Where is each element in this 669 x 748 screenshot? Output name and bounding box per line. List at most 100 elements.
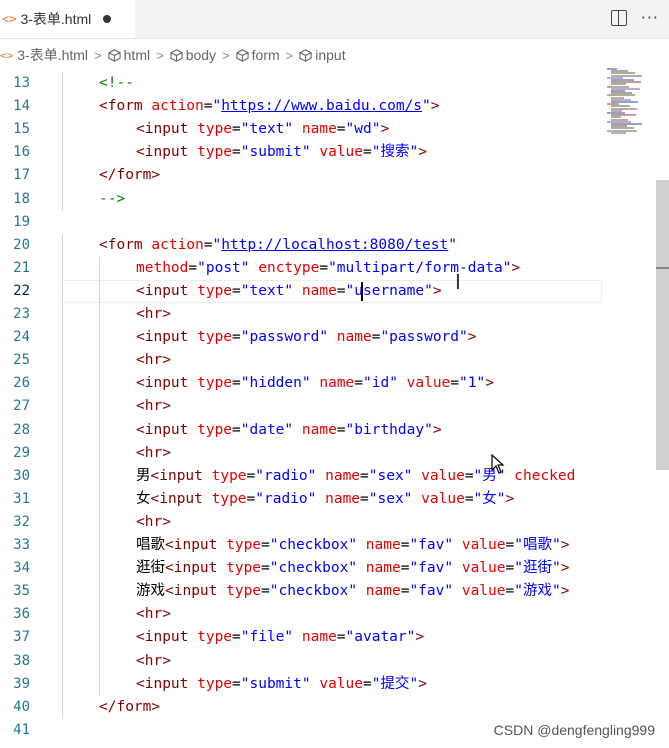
code-line[interactable]: 27 <hr>	[0, 395, 600, 418]
more-actions-icon[interactable]: ···	[641, 8, 659, 27]
code-text: 女<input type="radio" name="sex" value="女…	[136, 490, 515, 507]
text-cursor-icon: I	[455, 270, 461, 294]
code-line[interactable]: 22 <input type="text" name="username">	[0, 279, 602, 303]
code-line[interactable]: 15 <input type="text" name="wd">	[0, 118, 600, 141]
code-line[interactable]: 36 <hr>	[0, 603, 600, 626]
code-line[interactable]: 28 <input type="date" name="birthday">	[0, 419, 600, 442]
chevron-right-icon: >	[156, 47, 164, 63]
line-number: 31	[13, 490, 30, 507]
chevron-right-icon: >	[94, 47, 102, 63]
breadcrumb: <> 3-表单.html > html > body > form > input	[0, 44, 346, 66]
code-line[interactable]: 37 <input type="file" name="avatar">	[0, 626, 600, 649]
code-text: <input type="submit" value="提交">	[136, 675, 427, 692]
code-text: <hr>	[136, 606, 171, 623]
indent-guide	[62, 233, 63, 719]
code-editor[interactable]: 13 <!-- 14 <form action="https://www.baidu.…	[0, 72, 669, 748]
line-number: 39	[13, 675, 30, 692]
line-number: 28	[13, 421, 30, 438]
line-number: 14	[13, 98, 30, 115]
minimap-line	[611, 131, 626, 134]
code-line[interactable]: 34 逛街<input type="checkbox" name="fav" va…	[0, 557, 600, 580]
line-number: 18	[13, 190, 30, 207]
code-text: <input type="text" name="username">	[136, 282, 442, 299]
tab-3-form-html[interactable]: <> 3-表单.html	[0, 0, 135, 38]
code-line[interactable]: 24 <input type="password" name="password"…	[0, 326, 600, 349]
code-text: <form action="http://localhost:8080/test…	[99, 236, 457, 253]
code-line[interactable]: 18 -->	[0, 188, 600, 211]
code-line[interactable]: 13 <!--	[0, 72, 600, 95]
code-line[interactable]: 38 <hr>	[0, 650, 600, 673]
line-number: 24	[13, 329, 30, 346]
code-line[interactable]: 32 <hr>	[0, 511, 600, 534]
breadcrumb-item[interactable]: form	[236, 47, 280, 63]
text-caret	[361, 281, 363, 301]
line-number: 25	[13, 352, 30, 369]
line-number: 21	[13, 259, 30, 276]
code-text: -->	[99, 190, 126, 207]
breadcrumb-item[interactable]: input	[299, 47, 346, 63]
code-text: <input type="text" name="wd">	[136, 121, 390, 138]
code-line[interactable]: 23 <hr>	[0, 303, 600, 326]
watermark: CSDN @dengfengling999	[493, 722, 655, 738]
breadcrumb-label: html	[123, 47, 151, 63]
code-line[interactable]: 25 <hr>	[0, 349, 600, 372]
breadcrumb-label: body	[185, 47, 217, 63]
tab-filename: 3-表单.html	[20, 11, 92, 27]
line-number: 13	[13, 75, 30, 91]
code-text: <form action="https://www.baidu.com/s">	[99, 98, 440, 115]
code-text: <hr>	[136, 444, 171, 461]
element-cube-icon	[236, 48, 249, 62]
line-number: 36	[13, 606, 30, 623]
html-file-icon: <>	[2, 12, 17, 26]
code-line[interactable]: 35 游戏<input type="checkbox" name="fav" va…	[0, 580, 600, 603]
line-number: 15	[13, 121, 30, 138]
breadcrumb-item[interactable]: <> 3-表单.html	[0, 45, 88, 65]
line-number: 30	[13, 467, 30, 484]
code-line[interactable]: 31 女<input type="radio" name="sex" value=…	[0, 488, 600, 511]
code-line[interactable]: 17 </form>	[0, 164, 600, 187]
line-number: 33	[13, 537, 30, 553]
code-text: 逛街<input type="checkbox" name="fav" valu…	[136, 560, 570, 577]
breadcrumb-label: form	[251, 47, 280, 63]
tab-bar: <> 3-表单.html ···	[0, 0, 669, 39]
code-text: <input type="file" name="avatar">	[136, 629, 425, 646]
code-line[interactable]: 39 <input type="submit" value="提交">	[0, 673, 600, 696]
indent-guide	[62, 72, 63, 211]
line-number: 23	[13, 306, 30, 322]
code-text: <input type="date" name="birthday">	[136, 421, 442, 438]
split-editor-icon[interactable]	[610, 9, 627, 26]
element-cube-icon	[108, 48, 121, 62]
mouse-pointer-icon	[491, 454, 505, 474]
line-number: 34	[13, 560, 30, 577]
code-text: 男<input type="radio" name="sex" value="男…	[136, 467, 576, 484]
code-line[interactable]: 21 method="post" enctype="multipart/form-…	[0, 257, 600, 280]
code-line[interactable]: 14 <form action="https://www.baidu.com/s"…	[0, 95, 600, 118]
line-number: 32	[13, 513, 30, 530]
code-line[interactable]: 26 <input type="hidden" name="id" value="…	[0, 372, 600, 395]
code-text: 游戏<input type="checkbox" name="fav" valu…	[136, 583, 570, 600]
element-cube-icon	[170, 48, 183, 62]
code-line[interactable]: 20 <form action="http://localhost:8080/te…	[0, 234, 600, 257]
code-line[interactable]: 29 <hr>	[0, 442, 600, 465]
line-number: 37	[13, 629, 30, 646]
code-text: 唱歌<input type="checkbox" name="fav" valu…	[136, 537, 570, 553]
code-line[interactable]: 30 男<input type="radio" name="sex" value=…	[0, 465, 600, 488]
unsaved-dot-icon[interactable]	[103, 15, 112, 23]
code-line[interactable]: 19	[0, 211, 600, 234]
line-number: 27	[13, 398, 30, 415]
breadcrumb-item[interactable]: html	[108, 47, 150, 63]
breadcrumb-item[interactable]: body	[170, 47, 216, 63]
minimap[interactable]	[605, 68, 645, 138]
code-text: <hr>	[136, 513, 171, 530]
code-line[interactable]: 40 </form>	[0, 696, 600, 719]
code-line[interactable]: 33 唱歌<input type="checkbox" name="fav" va…	[0, 534, 600, 557]
code-text: </form>	[99, 167, 161, 184]
code-text: <hr>	[136, 352, 171, 369]
code-text: <!--	[99, 75, 134, 91]
code-text: method="post" enctype="multipart/form-da…	[136, 259, 521, 276]
code-line[interactable]: 16 <input type="submit" value="搜索">	[0, 141, 600, 164]
tab-actions: ···	[610, 8, 659, 27]
line-number: 40	[13, 698, 30, 715]
scrollbar-thumb[interactable]	[656, 180, 669, 470]
code-text: <hr>	[136, 306, 171, 322]
